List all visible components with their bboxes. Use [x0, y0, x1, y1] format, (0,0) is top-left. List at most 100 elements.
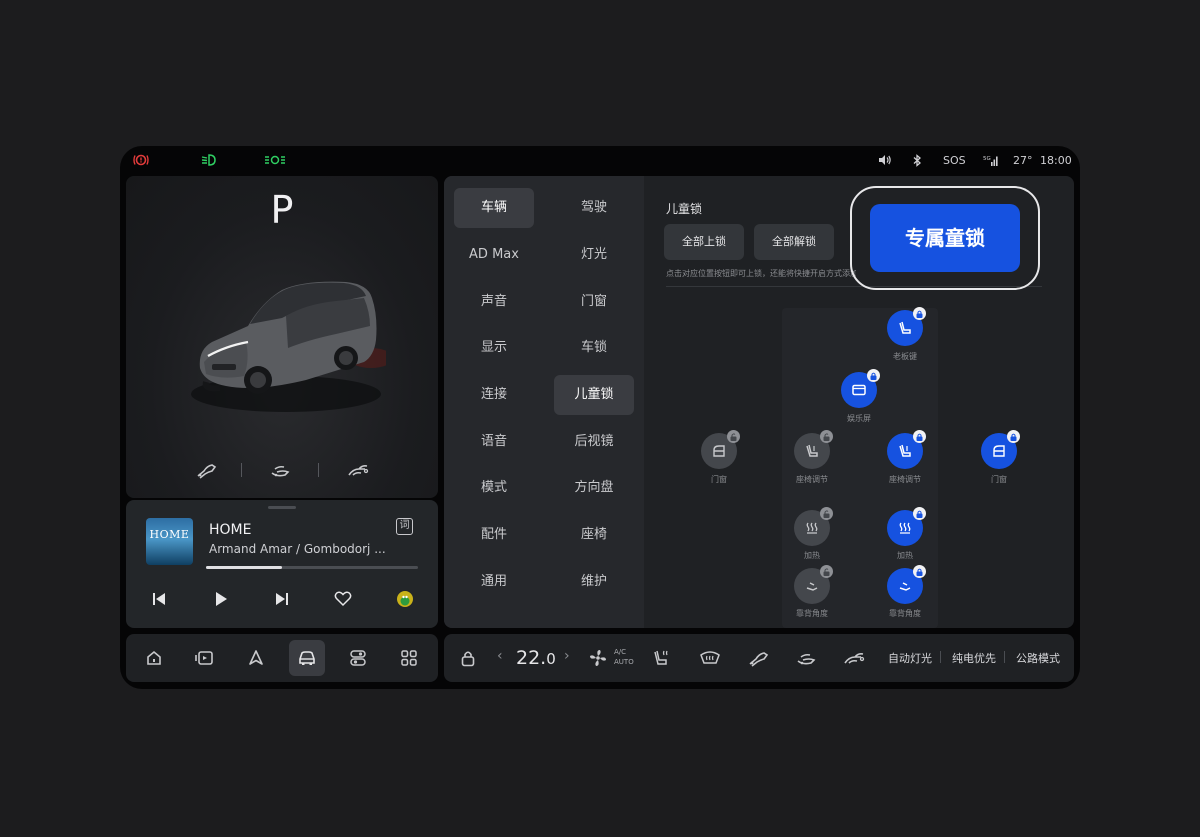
left-recline-lock-button[interactable]	[794, 565, 833, 604]
bottom-nav	[126, 634, 438, 682]
controls-icon[interactable]	[340, 640, 376, 676]
right-recline-label: 靠背角度	[889, 609, 921, 618]
seat-climate-icon[interactable]	[649, 646, 673, 670]
mode-divider	[940, 651, 941, 663]
climate-bar: ‹ 22.0 › A/C AUTO 自动灯光 纯电优先 公路模式	[444, 634, 1074, 682]
menu-item-driving[interactable]: 驾驶	[554, 188, 634, 228]
right-door-lock-button[interactable]	[981, 430, 1020, 469]
door-icon	[993, 445, 1005, 457]
boss-key-lock-button[interactable]	[887, 307, 926, 346]
settings-menu: 车辆 AD Max 声音 显示 连接 语音 模式 配件 通用 驾驶 灯光 门窗 …	[444, 176, 644, 628]
sos-button[interactable]: SOS	[943, 154, 966, 167]
menu-item-locks[interactable]: 车锁	[554, 328, 634, 368]
menu-item-child-lock[interactable]: 儿童锁	[554, 375, 634, 415]
lock-badge-icon	[867, 369, 880, 382]
menu-item-sound[interactable]: 声音	[454, 282, 534, 322]
unlock-all-button[interactable]: 全部解锁	[754, 224, 834, 260]
menu-item-general[interactable]: 通用	[454, 562, 534, 602]
rear-trunk-icon[interactable]	[842, 646, 866, 670]
left-seat-adjust-lock-button[interactable]	[794, 430, 833, 469]
svg-text:5G: 5G	[983, 156, 991, 162]
progress-fill	[206, 566, 283, 569]
fan-icon[interactable]	[586, 646, 610, 670]
temp-decrease-button[interactable]: ‹	[497, 648, 503, 664]
settings-panel: 车辆 AD Max 声音 显示 连接 语音 模式 配件 通用 驾驶 灯光 门窗 …	[444, 176, 1074, 628]
status-bar: SOS 5G 27° 18:00	[120, 146, 1080, 176]
auto-lights-button[interactable]: 自动灯光	[888, 650, 932, 666]
outside-temperature: 27°	[1013, 154, 1033, 167]
unlock-badge-icon	[820, 507, 833, 520]
entertainment-screen-lock-button[interactable]	[841, 369, 880, 408]
left-seat-adjust-label: 座椅调节	[796, 475, 828, 484]
menu-item-accessories[interactable]: 配件	[454, 515, 534, 555]
menu-item-display[interactable]: 显示	[454, 328, 534, 368]
left-door-label: 门窗	[711, 475, 727, 484]
song-title: HOME	[209, 522, 252, 538]
menu-item-voice[interactable]: 语音	[454, 422, 534, 462]
highway-mode-button[interactable]: 公路模式	[1016, 650, 1060, 666]
menu-item-lights[interactable]: 灯光	[554, 235, 634, 275]
lock-badge-icon	[913, 507, 926, 520]
favorite-icon[interactable]	[332, 588, 354, 610]
lock-icon[interactable]	[456, 646, 480, 670]
menu-item-seats[interactable]: 座椅	[554, 515, 634, 555]
car-model-image	[191, 281, 386, 412]
menu-item-ad-max[interactable]: AD Max	[454, 235, 534, 275]
menu-item-steering-wheel[interactable]: 方向盘	[554, 468, 634, 508]
ac-auto-status[interactable]: A/C AUTO	[614, 647, 634, 667]
home-icon[interactable]	[136, 640, 172, 676]
front-trunk-icon[interactable]	[746, 646, 770, 670]
menu-item-mode[interactable]: 模式	[454, 468, 534, 508]
bluetooth-icon[interactable]	[912, 154, 922, 170]
seat-adjust-icon	[899, 444, 911, 457]
menu-item-mirrors[interactable]: 后视镜	[554, 422, 634, 462]
lock-all-button[interactable]: 全部上锁	[664, 224, 744, 260]
music-app-icon[interactable]	[394, 588, 416, 610]
left-door-lock-button[interactable]	[701, 430, 740, 469]
defrost-icon[interactable]	[698, 646, 722, 670]
right-seat-adjust-lock-button[interactable]	[887, 430, 926, 469]
menu-item-maintenance[interactable]: 维护	[554, 562, 634, 602]
temp-increase-button[interactable]: ›	[564, 648, 570, 664]
playback-progress[interactable]	[206, 566, 418, 569]
position-lights-icon	[264, 153, 286, 170]
child-lock-title: 儿童锁	[666, 202, 703, 216]
album-art[interactable]: HOME	[146, 518, 193, 565]
apps-icon[interactable]	[391, 640, 427, 676]
mode-divider	[1004, 651, 1005, 663]
ev-priority-button[interactable]: 纯电优先	[952, 650, 996, 666]
left-seat-heat-lock-button[interactable]	[794, 507, 833, 546]
recline-icon	[806, 582, 818, 591]
left-seat-heat-label: 加热	[804, 551, 820, 560]
play-icon[interactable]	[210, 588, 232, 610]
right-recline-lock-button[interactable]	[887, 565, 926, 604]
navigation-icon[interactable]	[238, 640, 274, 676]
gear-indicator: P	[270, 188, 294, 232]
media-icon[interactable]	[187, 640, 223, 676]
previous-track-icon[interactable]	[148, 588, 170, 610]
heat-icon	[806, 522, 818, 534]
right-seat-heat-lock-button[interactable]	[887, 507, 926, 546]
unlock-badge-icon	[820, 565, 833, 578]
car-icon[interactable]	[289, 640, 325, 676]
menu-item-doors-windows[interactable]: 门窗	[554, 282, 634, 322]
front-trunk-icon[interactable]	[194, 458, 218, 482]
unlock-badge-icon	[727, 430, 740, 443]
lock-badge-icon	[913, 430, 926, 443]
charge-port-icon[interactable]	[268, 458, 292, 482]
lock-badge-icon	[1007, 430, 1020, 443]
lyrics-button[interactable]: 词	[396, 518, 413, 535]
exclusive-child-lock-button[interactable]: 专属童锁	[870, 204, 1020, 272]
charge-port-icon[interactable]	[794, 646, 818, 670]
lock-badge-icon	[913, 307, 926, 320]
volume-icon[interactable]	[878, 154, 892, 169]
cabin-temperature[interactable]: 22.0	[516, 647, 556, 669]
brake-warning-icon	[132, 153, 150, 170]
door-icon	[713, 445, 725, 457]
next-track-icon[interactable]	[271, 588, 293, 610]
menu-item-connect[interactable]: 连接	[454, 375, 534, 415]
menu-item-vehicle[interactable]: 车辆	[454, 188, 534, 228]
rear-trunk-icon[interactable]	[346, 458, 370, 482]
heat-icon	[899, 522, 911, 534]
drag-handle[interactable]	[268, 506, 296, 509]
